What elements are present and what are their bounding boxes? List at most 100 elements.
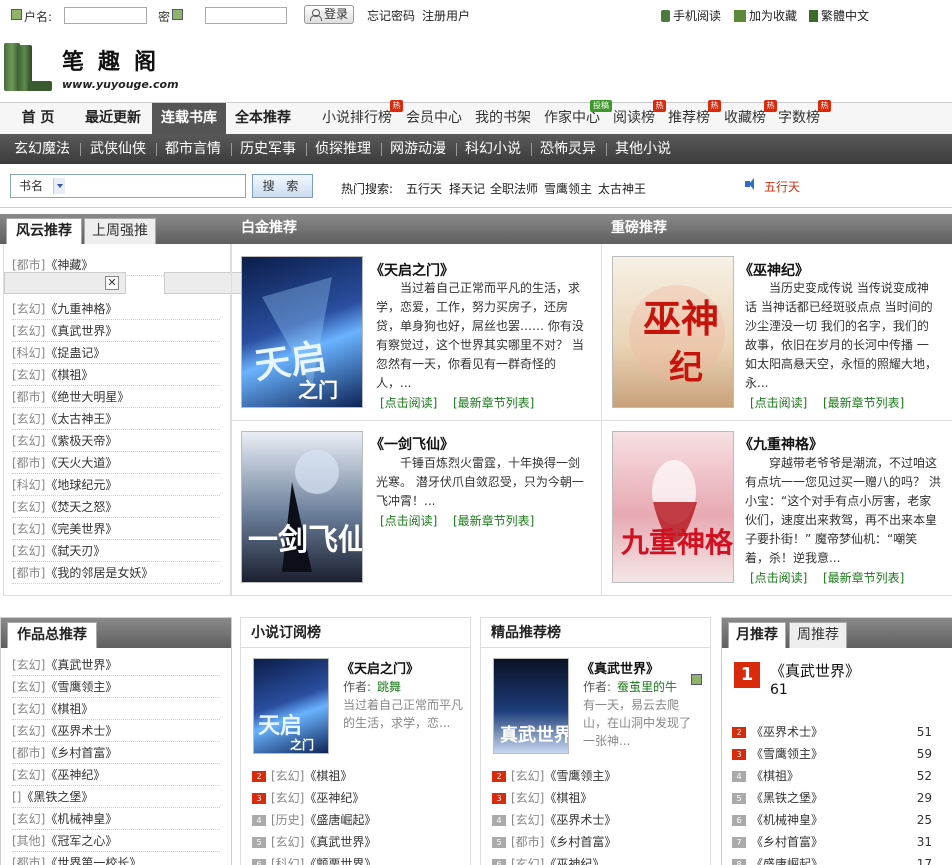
- nav-member[interactable]: 会员中心: [406, 103, 462, 134]
- book-title[interactable]: 《天启之门》: [370, 260, 454, 280]
- book-link[interactable]: 《乡村首富》: [544, 835, 616, 849]
- list-item[interactable]: [都市]《世界第一校长》: [12, 852, 220, 865]
- hot-search-link[interactable]: 全职法师: [490, 180, 538, 197]
- book-link[interactable]: 《机械神皇》: [751, 813, 823, 827]
- login-button[interactable]: 登录: [304, 5, 354, 24]
- genre-game[interactable]: 网游动漫: [390, 134, 446, 164]
- book-link[interactable]: 《绝世大明星》: [45, 390, 129, 404]
- book-link[interactable]: 《棋祖》: [751, 769, 799, 783]
- rank-row[interactable]: 6 [科幻]《颤栗世界》: [252, 853, 472, 865]
- nav-words-rank[interactable]: 字数榜热: [778, 100, 831, 134]
- list-item[interactable]: [玄幻]《九重神格》: [12, 298, 220, 320]
- list-item[interactable]: [玄幻]《棋祖》: [12, 364, 220, 386]
- mobile-read-link[interactable]: 手机阅读: [661, 7, 721, 24]
- list-item[interactable]: [都市]《绝世大明星》: [12, 386, 220, 408]
- nav-home[interactable]: 首 页: [8, 103, 68, 134]
- list-item[interactable]: [玄幻]《巫界术士》: [12, 720, 220, 742]
- book-link[interactable]: 《棋祖》: [45, 368, 93, 382]
- list-item[interactable]: [玄幻]《雪鹰领主》: [12, 676, 220, 698]
- genre-urban[interactable]: 都市言情: [165, 134, 221, 164]
- rank-row[interactable]: 5 《黑铁之堡》 29: [732, 787, 942, 809]
- book-link[interactable]: 《神藏》: [45, 258, 93, 272]
- genre-fantasy[interactable]: 玄幻魔法: [14, 134, 70, 164]
- book-link[interactable]: 《捉蛊记》: [45, 346, 105, 360]
- book-link[interactable]: 《乡村首富》: [751, 835, 823, 849]
- nav-serial[interactable]: 连载书库: [152, 103, 226, 134]
- list-item[interactable]: [玄幻]《紫极天帝》: [12, 430, 220, 452]
- rank-row[interactable]: 6 《机械神皇》 25: [732, 809, 942, 831]
- book-link[interactable]: 《真武世界》: [304, 835, 376, 849]
- book-link[interactable]: 《机械神皇》: [45, 812, 117, 826]
- read-link[interactable]: [点击阅读]: [380, 394, 437, 411]
- nav-read-rank[interactable]: 阅读榜热: [613, 100, 666, 134]
- rank-row[interactable]: 6 [玄幻]《巫神纪》: [492, 853, 712, 865]
- list-item[interactable]: [玄幻]《太古神王》: [12, 408, 220, 430]
- book-link[interactable]: 《太古神王》: [45, 412, 117, 426]
- chapter-list-link[interactable]: [最新章节列表]: [823, 569, 904, 586]
- list-item[interactable]: [都市]《天火大道》: [12, 452, 220, 474]
- genre-wuxia[interactable]: 武侠仙侠: [90, 134, 146, 164]
- hot-search-link[interactable]: 五行天: [406, 180, 442, 197]
- book-link[interactable]: 《巫界术士》: [751, 725, 823, 739]
- list-item[interactable]: [玄幻]《完美世界》: [12, 518, 220, 540]
- list-item[interactable]: [玄幻]《焚天之怒》: [12, 496, 220, 518]
- rank-row[interactable]: 5 [玄幻]《真武世界》: [252, 831, 472, 853]
- close-icon[interactable]: ✕: [105, 276, 119, 290]
- top-book-title[interactable]: 《真武世界》: [581, 658, 659, 677]
- book-link[interactable]: 《真武世界》: [45, 658, 117, 672]
- chapter-list-link[interactable]: [最新章节列表]: [823, 394, 904, 411]
- search-input[interactable]: [67, 174, 246, 198]
- rank-row[interactable]: 3 《雪鹰领主》 59: [732, 743, 942, 765]
- tab-fengyun[interactable]: 风云推荐: [6, 218, 82, 244]
- rank-row[interactable]: 4 [历史]《盛唐崛起》: [252, 809, 472, 831]
- book-link[interactable]: 《巫神纪》: [544, 857, 604, 865]
- rank-row[interactable]: 7 《乡村首富》 31: [732, 831, 942, 853]
- book-link[interactable]: 《紫极天帝》: [45, 434, 117, 448]
- list-item[interactable]: [玄幻]《棋祖》: [12, 698, 220, 720]
- book-title[interactable]: 《九重神格》: [739, 434, 823, 454]
- book-link[interactable]: 《焚天之怒》: [45, 500, 117, 514]
- book-cover[interactable]: 巫神纪: [612, 256, 734, 408]
- book-link[interactable]: 《乡村首富》: [45, 746, 117, 760]
- top-book-title[interactable]: 《真武世界》: [770, 660, 860, 681]
- book-cover[interactable]: 九重神格: [612, 431, 734, 583]
- book-link[interactable]: 《冠军之心》: [45, 834, 117, 848]
- hot-search-link[interactable]: 太古神王: [598, 180, 646, 197]
- book-cover[interactable]: 真武世界: [493, 658, 569, 754]
- rank-row[interactable]: 3 [玄幻]《巫神纪》: [252, 787, 472, 809]
- book-link[interactable]: 《巫界术士》: [544, 813, 616, 827]
- book-link[interactable]: 《盛唐崛起》: [751, 857, 823, 865]
- genre-detective[interactable]: 侦探推理: [315, 134, 371, 164]
- book-link[interactable]: 《我的邻居是女妖》: [45, 566, 153, 580]
- book-link[interactable]: 《巫神纪》: [304, 791, 364, 805]
- list-item[interactable]: [玄幻]《弑天刃》: [12, 540, 220, 562]
- list-item[interactable]: []《黑铁之堡》: [12, 786, 220, 808]
- nav-bookshelf[interactable]: 我的书架: [475, 103, 531, 134]
- nav-recent[interactable]: 最近更新: [78, 103, 148, 134]
- book-link[interactable]: 《雪鹰领主》: [544, 769, 616, 783]
- site-logo[interactable]: 笔趣阁 www.yuyouge.com: [0, 40, 180, 98]
- rank-row[interactable]: 5 [都市]《乡村首富》: [492, 831, 712, 853]
- book-title[interactable]: 《一剑飞仙》: [370, 434, 454, 454]
- book-link[interactable]: 《棋祖》: [45, 702, 93, 716]
- book-link[interactable]: 《雪鹰领主》: [45, 680, 117, 694]
- book-link[interactable]: 《完美世界》: [45, 522, 117, 536]
- book-cover[interactable]: 天启 之门: [241, 256, 363, 408]
- book-link[interactable]: 《棋祖》: [544, 791, 592, 805]
- book-title[interactable]: 《巫神纪》: [739, 260, 809, 280]
- list-item[interactable]: [玄幻]《真武世界》: [12, 320, 220, 342]
- list-item[interactable]: [科幻]《捉蛊记》: [12, 342, 220, 364]
- book-cover[interactable]: 一剑飞仙: [241, 431, 363, 583]
- book-link[interactable]: 《真武世界》: [45, 324, 117, 338]
- book-link[interactable]: 《盛唐崛起》: [304, 813, 376, 827]
- list-item[interactable]: [科幻]《地球纪元》: [12, 474, 220, 496]
- top-book-title[interactable]: 《天启之门》: [341, 658, 419, 677]
- read-link[interactable]: [点击阅读]: [750, 569, 807, 586]
- forgot-password-link[interactable]: 忘记密码: [367, 7, 415, 24]
- read-link[interactable]: [点击阅读]: [750, 394, 807, 411]
- book-link[interactable]: 《黑铁之堡》: [751, 791, 823, 805]
- username-input[interactable]: [64, 7, 147, 24]
- notice-link[interactable]: 五行天: [764, 178, 800, 195]
- register-link[interactable]: 注册用户: [422, 7, 470, 24]
- rank-row[interactable]: 3 [玄幻]《棋祖》: [492, 787, 712, 809]
